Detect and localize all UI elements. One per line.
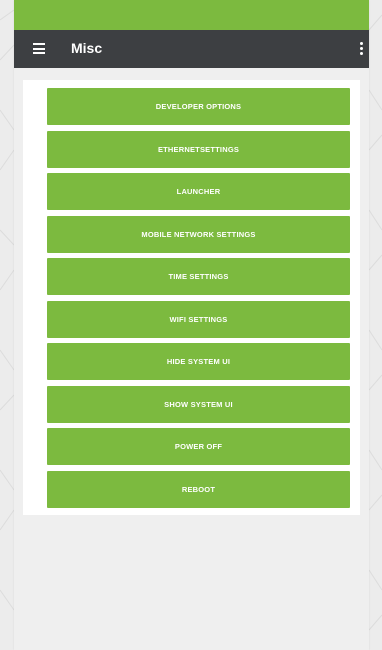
app-toolbar: Misc (14, 30, 369, 68)
settings-card: DEVELOPER OPTIONS ETHERNETSETTINGS LAUNC… (23, 80, 360, 515)
more-vert-icon[interactable] (360, 42, 363, 56)
hamburger-menu-icon[interactable] (33, 43, 45, 54)
show-system-ui-button[interactable]: SHOW SYSTEM UI (47, 385, 350, 423)
reboot-button[interactable]: REBOOT (47, 470, 350, 508)
mobile-network-settings-button[interactable]: MOBILE NETWORK SETTINGS (47, 215, 350, 253)
time-settings-button[interactable]: TIME SETTINGS (47, 258, 350, 295)
power-off-button[interactable]: POWER OFF (47, 428, 350, 465)
ethernet-settings-button[interactable]: ETHERNETSETTINGS (47, 130, 350, 168)
phone-screen: Misc DEVELOPER OPTIONS ETHERNETSETTINGS … (14, 0, 369, 650)
status-bar (14, 0, 369, 30)
hide-system-ui-button[interactable]: HIDE SYSTEM UI (47, 343, 350, 380)
developer-options-button[interactable]: DEVELOPER OPTIONS (47, 88, 350, 125)
launcher-button[interactable]: LAUNCHER (47, 173, 350, 210)
wifi-settings-button[interactable]: WIFI SETTINGS (47, 300, 350, 338)
page-title: Misc (71, 40, 103, 56)
button-list: DEVELOPER OPTIONS ETHERNETSETTINGS LAUNC… (47, 88, 350, 513)
